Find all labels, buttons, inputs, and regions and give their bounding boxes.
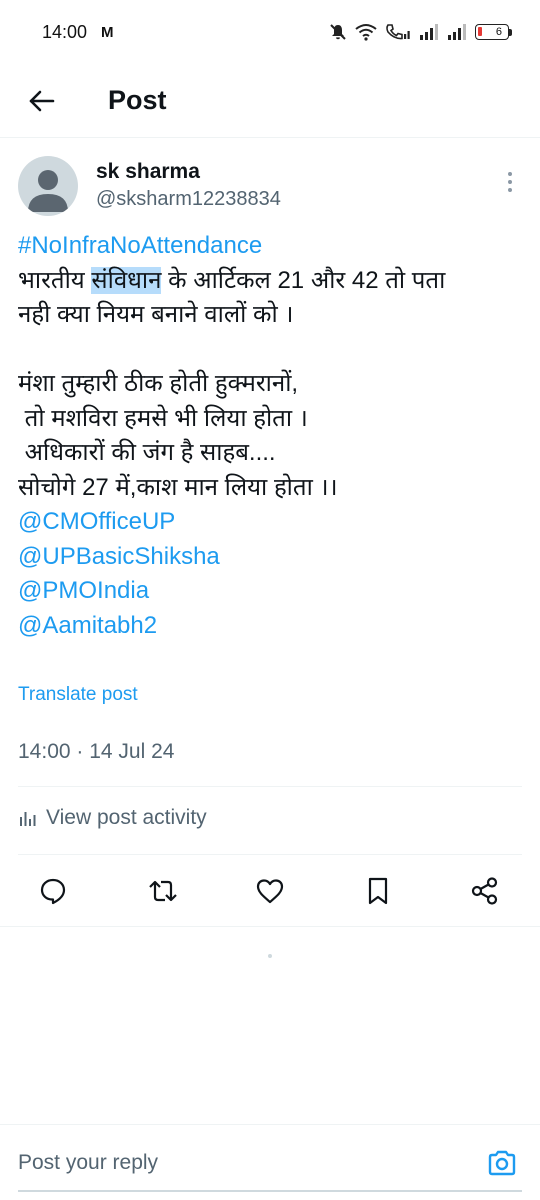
top-header: Post [0, 64, 540, 138]
wifi-icon [355, 24, 377, 41]
like-button[interactable] [250, 871, 290, 911]
selected-text: संविधान [91, 266, 162, 294]
post-author: sk sharma @sksharm12238834 [18, 156, 522, 220]
battery-icon: 6 [475, 24, 512, 40]
view-activity-label: View post activity [46, 806, 207, 829]
status-time: 14:00 [42, 21, 88, 42]
post-line-3: मंशा तुम्हारी ठीक होती हुक्मरानों, [18, 370, 299, 397]
reply-input[interactable] [18, 1147, 484, 1178]
avatar[interactable] [18, 156, 78, 216]
author-name[interactable]: sk sharma [96, 160, 281, 184]
arrow-left-icon [29, 90, 55, 111]
post-actions [0, 866, 540, 916]
status-bar: 14:00 M 6 [0, 0, 540, 64]
back-button[interactable] [12, 71, 72, 131]
mention-link[interactable]: @Aamitabh2 [18, 609, 528, 644]
more-options-button[interactable] [498, 156, 522, 220]
hashtag-link[interactable]: #NoInfraNoAttendance [18, 229, 528, 264]
mention-link[interactable]: @CMOfficeUP [18, 505, 528, 540]
mention-link[interactable]: @PMOIndia [18, 574, 528, 609]
reply-icon [40, 878, 66, 905]
post-line-1: भारतीय संविधान के आर्टिकल 21 और 42 तो पत… [18, 266, 446, 294]
signal-1-icon [420, 24, 438, 40]
post-text: #NoInfraNoAttendance भारतीय संविधान के आ… [18, 229, 528, 643]
translate-post-link[interactable]: Translate post [18, 684, 138, 706]
reply-bar [0, 1124, 540, 1200]
battery-level: 6 [495, 26, 502, 38]
dot-icon [508, 180, 512, 184]
view-activity-link[interactable]: View post activity [18, 806, 207, 830]
share-icon [471, 877, 498, 905]
status-icons: 6 [329, 23, 512, 41]
repost-icon [149, 880, 177, 902]
reply-button[interactable] [33, 871, 73, 911]
repost-button[interactable] [143, 871, 183, 911]
author-handle[interactable]: @sksharm12238834 [96, 188, 281, 211]
camera-button[interactable] [484, 1145, 520, 1181]
post-line-4: तो मशविरा हमसे भी लिया होता । [18, 404, 308, 432]
post-line-5: अधिकारों की जंग है साहब.... [18, 439, 276, 466]
like-icon [256, 879, 284, 904]
divider [18, 854, 522, 855]
page-title: Post [108, 85, 167, 115]
share-button[interactable] [465, 871, 505, 911]
dot-icon [508, 172, 512, 176]
divider [18, 786, 522, 787]
loading-dot [268, 954, 272, 958]
camera-icon [488, 1150, 516, 1175]
analytics-icon [20, 812, 36, 826]
mute-icon [330, 24, 346, 40]
dot-icon [508, 188, 512, 192]
post-line-2: नही क्या नियम बनाने वालों को । [18, 301, 294, 328]
signal-2-icon [448, 24, 466, 40]
bookmark-button[interactable] [358, 871, 398, 911]
gmail-icon: M [101, 23, 113, 41]
default-avatar-icon [28, 170, 68, 212]
reply-underline [18, 1190, 522, 1192]
post-line-6: सोचोगे 27 में,काश मान लिया होता ।। [18, 473, 338, 501]
mention-link[interactable]: @UPBasicShiksha [18, 540, 528, 575]
call-signal-icon [386, 24, 410, 40]
divider [0, 926, 540, 927]
post-timestamp: 14:00 · 14 Jul 24 [18, 740, 175, 763]
bookmark-icon [368, 877, 388, 905]
